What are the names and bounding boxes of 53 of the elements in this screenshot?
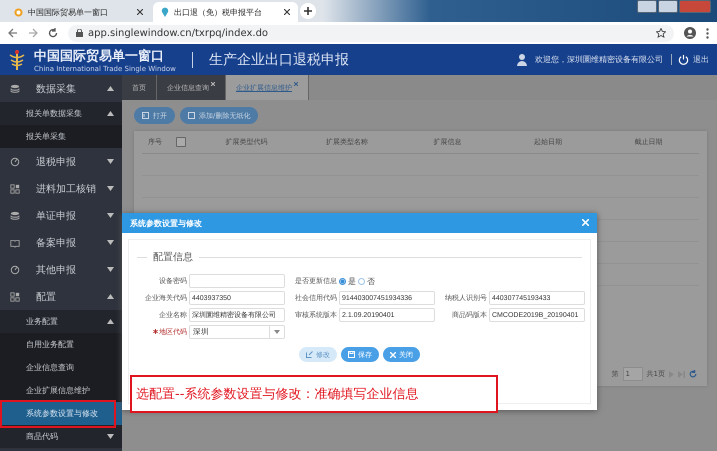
menu-icon[interactable] [706, 28, 709, 38]
open-icon [142, 112, 149, 119]
sidebar-item[interactable]: 企业扩展信息维护 [0, 379, 122, 402]
required-icon [153, 329, 158, 334]
sidebar-item[interactable]: 自用业务配置 [0, 333, 122, 356]
system-title: 生产企业出口退税申报 [208, 50, 349, 68]
database-icon [10, 84, 20, 94]
input-field[interactable] [189, 274, 285, 288]
close-button[interactable] [582, 218, 589, 228]
pin-icon [161, 7, 169, 17]
address-bar[interactable]: app.singlewindow.cn/txrpq/index.do [68, 24, 674, 42]
close-icon[interactable] [284, 9, 290, 15]
refresh-icon[interactable] [689, 370, 697, 378]
logout-button[interactable]: 退出 [671, 54, 709, 65]
sidebar-item[interactable]: 商品代码 [0, 425, 122, 448]
annotation-callout: 选配置--系统参数设置与修改：准确填写企业信息 [130, 375, 498, 413]
radio-label: 是 [348, 276, 356, 286]
browser-tab[interactable]: 出口退（免）税申报平台 [153, 2, 298, 22]
square-icon [188, 112, 195, 119]
radio-button[interactable] [358, 278, 365, 284]
database-icon [10, 210, 20, 220]
profile-icon[interactable] [684, 27, 696, 39]
emblem-icon [8, 48, 26, 70]
logo-title: 中国国际贸易单一窗口 [34, 48, 165, 64]
save-icon [348, 351, 355, 358]
close-icon[interactable] [137, 9, 143, 15]
sidebar-item[interactable]: 报关单采集 [0, 125, 122, 148]
new-tab-icon[interactable] [300, 3, 316, 19]
sidebar-item[interactable]: 企业信息查询 [0, 356, 122, 379]
edit-icon [306, 351, 313, 358]
window-controls[interactable] [637, 0, 711, 13]
grid-icon [10, 184, 20, 194]
sidebar-item[interactable]: 报关单数据采集 [0, 102, 122, 125]
grid-icon [10, 292, 20, 302]
checkbox[interactable] [176, 137, 186, 147]
close-icon[interactable] [211, 82, 215, 86]
forward-icon[interactable] [28, 28, 38, 38]
radio-button[interactable] [339, 278, 346, 284]
welcome-text: 欢迎您，深圳圜维精密设备有限公司 [535, 54, 663, 65]
section-title: 配置信息 [153, 250, 193, 264]
radio-label: 否 [367, 276, 375, 286]
power-icon [678, 54, 689, 65]
close-icon [390, 352, 396, 358]
caret-icon [274, 330, 280, 334]
dial-icon [10, 156, 20, 166]
sidebar-item[interactable]: 业务配置 [0, 310, 122, 333]
dial-icon [10, 264, 20, 274]
user-icon [517, 54, 527, 66]
sidebar-item[interactable]: 系统参数设置与修改 [0, 402, 122, 425]
reload-icon[interactable] [48, 28, 58, 38]
dialog-title: 系统参数设置与修改 [130, 218, 202, 228]
book-icon [10, 238, 20, 248]
back-icon[interactable] [8, 28, 18, 38]
